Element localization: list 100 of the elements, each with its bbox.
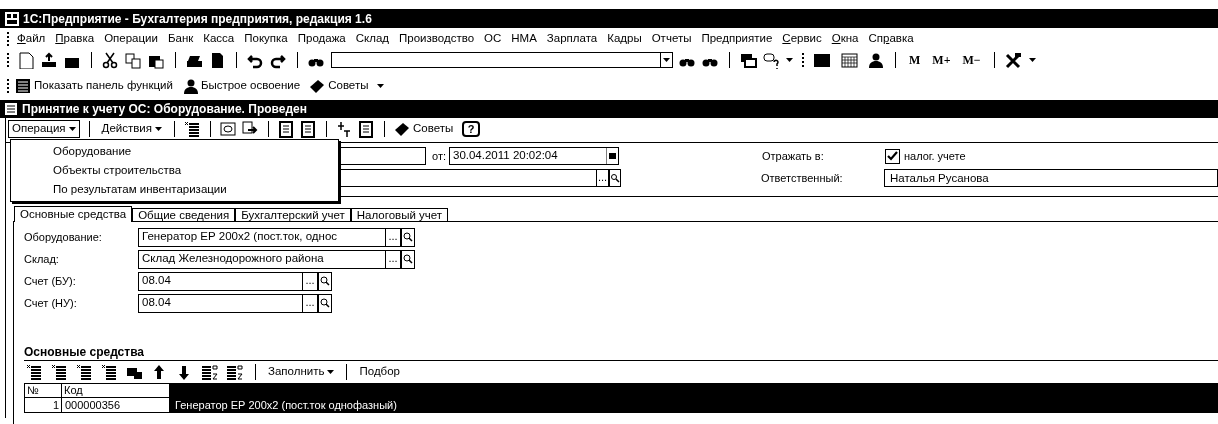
menu-item[interactable]: Производство — [394, 29, 480, 48]
menu-item[interactable]: Сервис — [777, 29, 827, 48]
menu-item[interactable]: Склад — [350, 29, 395, 48]
input-field[interactable]: 08.04 ... — [138, 271, 318, 291]
caret-icon[interactable] — [155, 127, 162, 131]
menu-item[interactable]: Зарплата — [541, 29, 603, 48]
tab[interactable]: Бухгалтерский учет — [235, 208, 351, 222]
menu-item[interactable]: Оборудование — [11, 142, 338, 161]
tab[interactable]: Общие сведения — [132, 208, 236, 222]
tab[interactable]: Основные средства — [14, 206, 133, 222]
cut-icon[interactable] — [102, 51, 119, 69]
date-label: от: — [432, 148, 446, 164]
caret-icon[interactable] — [377, 84, 385, 88]
sort-icon[interactable] — [226, 363, 243, 381]
operation-button[interactable]: Операция — [8, 120, 80, 138]
debit-credit-icon[interactable] — [336, 120, 353, 138]
responsible-label: Ответственный: — [761, 170, 844, 186]
refresh-icon[interactable] — [220, 120, 237, 138]
memory-button[interactable]: M− — [959, 51, 984, 69]
copy-icon[interactable] — [125, 51, 142, 69]
memory-button[interactable]: M+ — [929, 51, 954, 69]
menu-item[interactable]: Кадры — [602, 29, 647, 48]
date-field[interactable]: 30.04.2011 20:02:04 — [449, 147, 619, 165]
menu-item[interactable]: Покупка — [239, 29, 293, 48]
menu-item[interactable]: Касса — [198, 29, 240, 48]
caret-icon[interactable] — [663, 58, 670, 62]
window-title: 1С:Предприятие - Бухгалтерия предприятия, редакция 1.6 — [23, 10, 372, 28]
menu-item[interactable]: Файл — [12, 29, 51, 48]
ellipsis-button[interactable]: ... — [302, 294, 317, 312]
search-field[interactable] — [331, 52, 673, 68]
toolbar-button[interactable]: Показать панель функций — [15, 77, 173, 95]
table-cell: 1 — [25, 398, 62, 413]
field-label: Склад: — [24, 251, 60, 267]
row-list-icon[interactable] — [101, 363, 118, 381]
menu-item[interactable]: ОС — [479, 29, 507, 48]
row-list-icon[interactable] — [76, 363, 93, 381]
help-button[interactable]: ? — [462, 121, 481, 137]
tax-checkbox[interactable] — [885, 148, 900, 164]
sort-icon[interactable] — [201, 363, 218, 381]
document-title: Принятие к учету ОС: Оборудование. Проведен — [22, 101, 307, 118]
calendar-icon[interactable] — [841, 51, 861, 69]
reflect-label: Отражать в: — [762, 148, 825, 164]
page-icon[interactable] — [209, 51, 226, 69]
toolbar-button[interactable]: Советы — [309, 77, 369, 95]
menu-item[interactable]: Предприятие — [696, 29, 778, 48]
memory-button[interactable]: M — [906, 51, 924, 69]
caret-icon[interactable] — [327, 370, 335, 374]
caret-icon[interactable] — [786, 58, 793, 62]
ellipsis-button[interactable]: ... — [385, 250, 400, 268]
ellipsis-button[interactable]: ... — [385, 228, 400, 246]
section-title: Основные средства — [23, 344, 146, 360]
input-field[interactable]: Склад Железнодорожного района ... — [138, 249, 401, 269]
report-icon[interactable] — [278, 120, 295, 138]
caret-icon[interactable] — [68, 127, 76, 131]
search-icon[interactable] — [609, 169, 621, 187]
input-field[interactable]: 08.04 ... — [138, 293, 318, 313]
menu-item[interactable]: Окна — [826, 29, 864, 48]
row-list-icon[interactable] — [184, 120, 201, 138]
report-icon[interactable] — [300, 120, 317, 138]
row-list-icon[interactable] — [26, 363, 43, 381]
menu-item[interactable]: Операции — [99, 29, 163, 48]
form-icon — [5, 103, 17, 115]
pick-button[interactable]: Подбор — [359, 363, 400, 381]
open-icon[interactable] — [41, 51, 58, 69]
menu-item[interactable]: Справка — [863, 29, 919, 48]
new-document-icon[interactable] — [18, 51, 35, 69]
tools-icon[interactable] — [1004, 51, 1023, 69]
checkbox-label: налог. учете — [904, 148, 966, 164]
search-icon[interactable] — [318, 271, 332, 291]
search-icon[interactable] — [401, 249, 415, 269]
menu-item[interactable]: НМА — [506, 29, 542, 48]
report-icon[interactable] — [358, 120, 375, 138]
caret-icon[interactable] — [1028, 58, 1036, 62]
tips-icon — [394, 121, 410, 137]
menu-item[interactable]: Продажа — [292, 29, 351, 48]
tips-icon — [309, 78, 326, 94]
field-label: Счет (НУ): — [24, 295, 78, 311]
menu-item[interactable]: Правка — [50, 29, 100, 48]
help-icon[interactable] — [763, 51, 780, 69]
table-cell[interactable]: Генератор ЕР 200х2 (пост.ток однофазный) — [170, 398, 1218, 413]
toolbar-button[interactable]: Быстрое освоение — [181, 77, 301, 95]
fill-button[interactable]: Заполнить — [268, 363, 335, 381]
field-label: Оборудование: — [24, 229, 103, 245]
windows-icon[interactable] — [740, 51, 757, 69]
menu-item[interactable]: Банк — [162, 29, 199, 48]
ellipsis-button[interactable]: ... — [302, 272, 317, 290]
actions-button[interactable]: Действия — [98, 120, 165, 138]
menu-item[interactable]: Отчеты — [646, 29, 697, 48]
tips-button[interactable]: Советы — [394, 120, 454, 138]
field-label: Счет (БУ): — [24, 273, 77, 289]
row-list-icon[interactable] — [51, 363, 68, 381]
ellipsis-button[interactable]: ... — [596, 170, 608, 186]
column-header: № — [25, 384, 62, 398]
tab[interactable]: Налоговый учет — [350, 208, 449, 222]
input-field[interactable]: Генератор ЕР 200х2 (пост.ток, однос ... — [138, 227, 401, 247]
search-icon[interactable] — [318, 293, 332, 313]
calendar-icon[interactable] — [606, 148, 618, 164]
search-icon[interactable] — [401, 227, 415, 247]
person-icon[interactable] — [867, 51, 885, 69]
responsible-field[interactable]: Наталья Русанова — [884, 169, 1218, 187]
